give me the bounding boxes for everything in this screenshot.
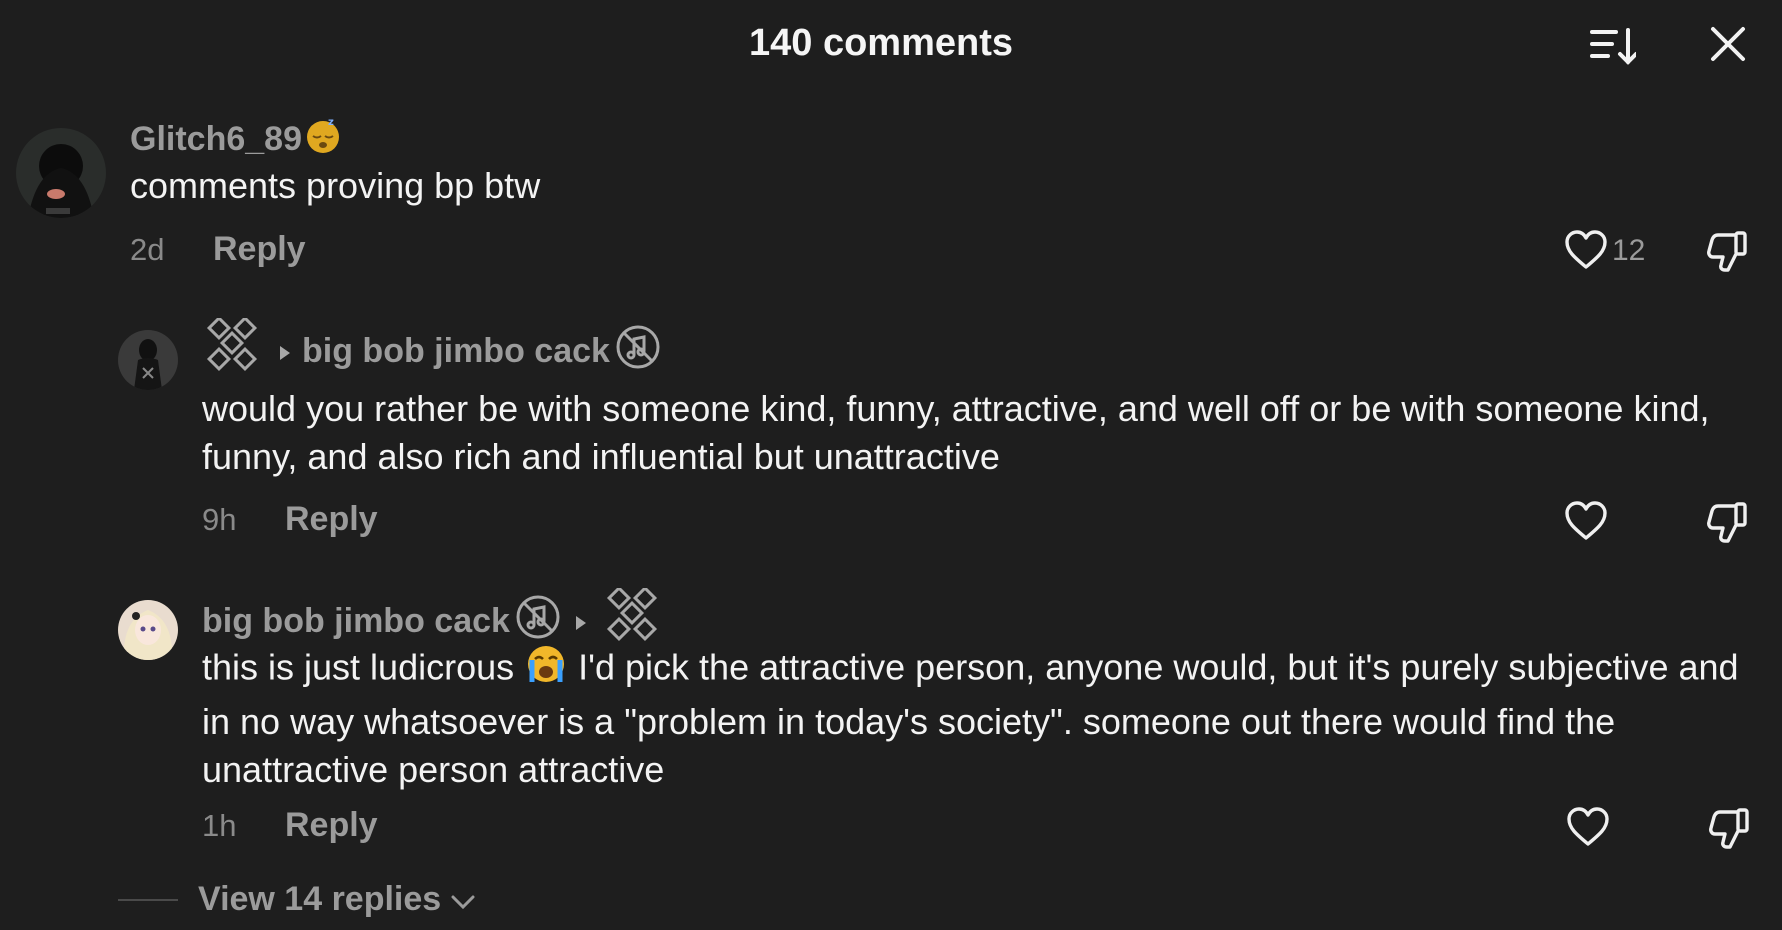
replied-username[interactable]: big bob jimbo cack [302,332,610,371]
avatar[interactable] [118,600,178,660]
sleeping-face-emoji: z [304,116,342,163]
no-music-icon [614,323,662,380]
comment-username[interactable]: Glitch6_89 z [130,116,342,163]
comment-time: 2d [130,232,165,267]
reply-username[interactable]: big bob jimbo cack [202,602,510,641]
comments-count-title: 140 comments [748,22,1013,64]
view-replies-button[interactable]: View 14 replies [118,880,475,919]
reply-arrow-icon [278,332,292,371]
sort-icon[interactable] [1590,26,1638,71]
svg-text:z: z [328,117,334,128]
like-count: 12 [1612,234,1646,267]
reply-button[interactable]: Reply [285,806,378,845]
divider-line [118,898,178,901]
heart-icon[interactable] [1564,229,1608,276]
chevron-down-icon[interactable] [451,880,475,919]
reply-arrow-icon [574,602,588,641]
username-text[interactable]: Glitch6_89 [130,120,302,159]
dislike-icon[interactable] [1706,500,1750,549]
close-icon[interactable] [1710,26,1746,67]
loudly-crying-face-emoji [524,642,568,698]
dislike-icon[interactable] [1708,806,1752,855]
reply-header: big bob jimbo cack [202,315,662,385]
comment-text: this is just ludicrous I'd pick the attr… [202,642,1762,794]
heart-icon[interactable] [1566,806,1610,853]
comment-time: 1h [202,808,237,843]
comment-text: comments proving bp btw [130,165,541,206]
avatar[interactable] [118,330,178,390]
heart-icon[interactable] [1564,500,1608,547]
avatar[interactable] [16,128,106,218]
reply-button[interactable]: Reply [285,500,378,539]
dislike-icon[interactable] [1706,229,1750,278]
comment-text: would you rather be with someone kind, f… [202,388,1710,477]
pattern-username-icon[interactable] [202,315,264,385]
comment-text-part: this is just ludicrous [202,646,525,688]
view-replies-label[interactable]: View 14 replies [198,880,441,919]
reply-button[interactable]: Reply [213,230,306,269]
comment-time: 9h [202,502,237,537]
